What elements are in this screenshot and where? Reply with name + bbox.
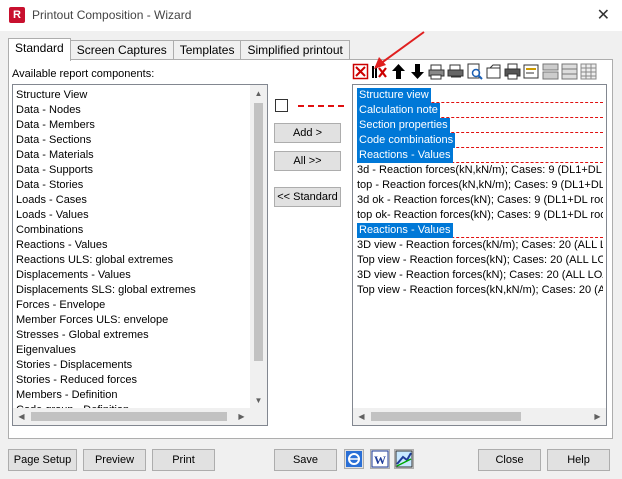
list-item[interactable]: Data - Sections — [15, 133, 265, 148]
standard-button[interactable]: << Standard — [274, 187, 341, 207]
list-item[interactable]: Stresses - Global extremes — [15, 328, 265, 343]
delete-icon[interactable] — [352, 63, 369, 80]
list-item[interactable]: Displacements - Values — [15, 268, 265, 283]
scroll-right-icon[interactable]: ▶ — [233, 408, 250, 425]
selected-components-list[interactable]: Structure view Calculation note Section pr… — [352, 84, 607, 426]
insert-checkbox[interactable] — [275, 99, 288, 112]
print-button[interactable]: Print — [152, 449, 215, 471]
help-button[interactable]: Help — [547, 449, 610, 471]
add-button[interactable]: Add > — [274, 123, 341, 143]
scroll-up-icon[interactable]: ▲ — [250, 85, 267, 102]
word-export-icon[interactable]: W — [370, 449, 390, 469]
list-item[interactable]: Stories - Reduced forces — [15, 373, 265, 388]
list-item[interactable]: top ok- Reaction forces(kN); Cases: 9 (D… — [357, 208, 603, 223]
list-item[interactable]: Top view - Reaction forces(kN,kN/m); Cas… — [357, 283, 603, 298]
scroll-left-icon[interactable]: ◀ — [353, 408, 370, 425]
list-item[interactable]: 3d - Reaction forces(kN,kN/m); Cases: 9 … — [357, 163, 603, 178]
tab-screen-captures[interactable]: Screen Captures — [69, 40, 174, 60]
print-setup-icon[interactable] — [447, 63, 464, 80]
list-item[interactable]: 3D view - Reaction forces(kN/m); Cases: … — [357, 238, 603, 253]
list-item[interactable]: Stories - Displacements — [15, 358, 265, 373]
tab-standard[interactable]: Standard — [8, 38, 71, 61]
available-components-label: Available report components: — [12, 68, 155, 80]
selected-item-label: Calculation note — [357, 103, 440, 118]
page-break-icon[interactable] — [542, 63, 559, 80]
list-item[interactable]: Data - Supports — [15, 163, 265, 178]
list-item[interactable]: Loads - Values — [15, 208, 265, 223]
list-item[interactable]: Member Forces ULS: envelope — [15, 313, 265, 328]
html-export-icon[interactable] — [344, 449, 364, 469]
scroll-thumb-horizontal[interactable] — [31, 412, 227, 421]
scroll-left-icon[interactable]: ◀ — [13, 408, 30, 425]
available-list-vscrollbar[interactable]: ▲ ▼ — [250, 85, 267, 409]
list-item[interactable]: Members - Definition — [15, 388, 265, 403]
edit-icon[interactable] — [523, 63, 540, 80]
available-list-hscrollbar[interactable]: ◀ ▶ — [13, 408, 267, 425]
list-item[interactable]: Combinations — [15, 223, 265, 238]
selected-item[interactable]: Section properties — [357, 118, 603, 133]
save-template-icon[interactable] — [485, 63, 502, 80]
list-item[interactable]: Reactions - Values — [15, 238, 265, 253]
list-item[interactable]: Data - Nodes — [15, 103, 265, 118]
list-item[interactable]: 3D view - Reaction forces(kN); Cases: 20… — [357, 268, 603, 283]
list-item[interactable]: Structure View — [15, 88, 265, 103]
selected-item-label: Code combinations — [357, 133, 456, 148]
list-item[interactable]: Forces - Envelope — [15, 298, 265, 313]
list-item[interactable]: Data - Members — [15, 118, 265, 133]
table-icon[interactable] — [580, 63, 597, 80]
preview-icon[interactable] — [466, 63, 483, 80]
tab-simplified-printout[interactable]: Simplified printout — [240, 40, 350, 60]
list-item[interactable]: Reactions ULS: global extremes — [15, 253, 265, 268]
scroll-thumb-horizontal[interactable] — [371, 412, 521, 421]
list-item[interactable]: Data - Materials — [15, 148, 265, 163]
add-all-button[interactable]: All >> — [274, 151, 341, 171]
close-window-icon[interactable]: ✕ — [597, 5, 610, 25]
selected-list-hscrollbar[interactable]: ◀ ▶ — [353, 408, 606, 425]
tab-templates[interactable]: Templates — [172, 40, 242, 60]
available-components-list[interactable]: Structure View Data - Nodes Data - Members… — [12, 84, 268, 426]
selected-item[interactable]: Calculation note — [357, 103, 603, 118]
title-bar: R Printout Composition - Wizard ✕ — [0, 0, 622, 31]
print-icon[interactable] — [504, 63, 521, 80]
selected-item-label: Reactions - Values — [357, 148, 453, 163]
list-item[interactable]: Top view - Reaction forces(kN); Cases: 2… — [357, 253, 603, 268]
selected-item[interactable]: Structure view — [357, 88, 603, 103]
scroll-thumb[interactable] — [254, 103, 263, 361]
tab-bar: Standard Screen Captures Templates Simpl… — [8, 38, 350, 61]
print-settings-icon[interactable] — [428, 63, 445, 80]
list-item[interactable]: 3d ok - Reaction forces(kN); Cases: 9 (D… — [357, 193, 603, 208]
preview-button[interactable]: Preview — [83, 449, 146, 471]
scroll-right-icon[interactable]: ▶ — [589, 408, 606, 425]
annotation-arrow — [374, 31, 425, 69]
merge-icon[interactable] — [561, 63, 578, 80]
selected-section-header[interactable]: Reactions - Values — [357, 223, 603, 238]
list-item[interactable]: Data - Stories — [15, 178, 265, 193]
window-title: Printout Composition - Wizard — [32, 8, 192, 22]
page-setup-button[interactable]: Page Setup — [8, 449, 77, 471]
close-button[interactable]: Close — [478, 449, 541, 471]
selected-item[interactable]: Reactions - Values — [357, 148, 603, 163]
app-icon: R — [9, 7, 25, 23]
selected-item[interactable]: Code combinations — [357, 133, 603, 148]
selected-item-label: Structure view — [357, 88, 431, 103]
list-item[interactable]: Displacements SLS: global extremes — [15, 283, 265, 298]
list-item[interactable]: Eigenvalues — [15, 343, 265, 358]
svg-text:W: W — [374, 453, 386, 467]
chart-export-icon[interactable] — [394, 449, 414, 469]
save-button[interactable]: Save — [274, 449, 337, 471]
list-item[interactable]: top - Reaction forces(kN,kN/m); Cases: 9… — [357, 178, 603, 193]
scroll-down-icon[interactable]: ▼ — [250, 392, 267, 409]
list-item[interactable]: Loads - Cases — [15, 193, 265, 208]
dashed-line-sample — [298, 105, 344, 107]
selected-item-label: Section properties — [357, 118, 450, 133]
